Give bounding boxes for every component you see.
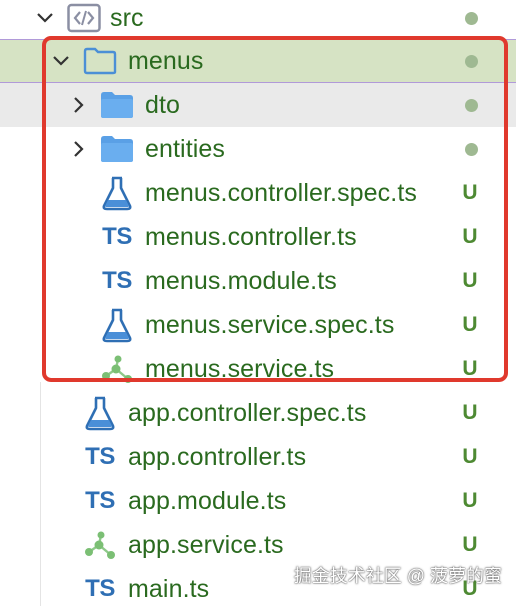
tree-item-dto[interactable]: dto bbox=[0, 83, 516, 127]
tree-item-app-controller[interactable]: TS app.controller.ts U bbox=[0, 435, 516, 479]
tree-item-menus-controller[interactable]: TS menus.controller.ts U bbox=[0, 215, 516, 259]
tree-item-label: app.controller.spec.ts bbox=[128, 398, 367, 427]
flask-icon bbox=[99, 308, 135, 343]
tree-item-label: app.service.ts bbox=[128, 530, 284, 559]
tree-item-menus-service-spec[interactable]: menus.service.spec.ts U bbox=[0, 303, 516, 347]
tree-item-label: menus.controller.spec.ts bbox=[145, 178, 417, 207]
untracked-status: U bbox=[462, 445, 478, 468]
flask-icon bbox=[82, 396, 118, 431]
untracked-status: U bbox=[462, 269, 478, 292]
tree-item-label: dto bbox=[145, 90, 181, 119]
tree-item-app-service[interactable]: app.service.ts U bbox=[0, 523, 516, 567]
tree-item-menus-service[interactable]: menus.service.ts U bbox=[0, 347, 516, 391]
untracked-status: U bbox=[462, 357, 478, 380]
tree-item-menus[interactable]: menus bbox=[0, 39, 516, 83]
tree-item-label: menus.module.ts bbox=[145, 266, 337, 295]
watermark: 掘金技术社区 @ 菠萝的蜜 bbox=[293, 566, 502, 586]
chevron-down-icon[interactable] bbox=[34, 7, 56, 29]
tree-item-menus-module[interactable]: TS menus.module.ts U bbox=[0, 259, 516, 303]
chevron-right-icon[interactable] bbox=[68, 138, 90, 160]
typescript-icon: TS bbox=[85, 443, 115, 470]
tree-item-app-module[interactable]: TS app.module.ts U bbox=[0, 479, 516, 523]
modified-dot bbox=[465, 54, 478, 68]
untracked-status: U bbox=[462, 533, 478, 556]
folder-icon bbox=[99, 88, 135, 122]
tree-item-label: src bbox=[110, 3, 144, 32]
tree-item-label: menus.service.ts bbox=[145, 354, 335, 383]
flask-icon bbox=[99, 176, 135, 211]
typescript-icon: TS bbox=[85, 575, 115, 602]
tree-item-label: main.ts bbox=[128, 574, 210, 603]
tree-item-app-controller-spec[interactable]: app.controller.spec.ts U bbox=[0, 391, 516, 435]
nest-service-icon bbox=[82, 528, 118, 562]
tree-item-src[interactable]: src bbox=[0, 0, 516, 40]
tree-item-label: menus.controller.ts bbox=[145, 222, 357, 251]
modified-dot bbox=[465, 142, 478, 156]
typescript-icon: TS bbox=[85, 487, 115, 514]
folder-icon bbox=[99, 132, 135, 166]
untracked-status: U bbox=[462, 313, 478, 336]
tree-item-entities[interactable]: entities bbox=[0, 127, 516, 171]
typescript-icon: TS bbox=[102, 267, 132, 294]
tree-item-label: app.module.ts bbox=[128, 486, 287, 515]
untracked-status: U bbox=[462, 181, 478, 204]
tree-item-label: entities bbox=[145, 134, 226, 163]
chevron-down-icon[interactable] bbox=[50, 50, 72, 72]
tree-item-label: app.controller.ts bbox=[128, 442, 307, 471]
tree-item-label: menus bbox=[128, 46, 204, 75]
nest-service-icon bbox=[99, 352, 135, 386]
typescript-icon: TS bbox=[102, 223, 132, 250]
modified-dot bbox=[465, 98, 478, 112]
untracked-status: U bbox=[462, 225, 478, 248]
modified-dot bbox=[465, 11, 478, 25]
chevron-right-icon[interactable] bbox=[68, 94, 90, 116]
tree-item-menus-controller-spec[interactable]: menus.controller.spec.ts U bbox=[0, 171, 516, 215]
folder-outline-icon bbox=[82, 44, 118, 78]
untracked-status: U bbox=[462, 401, 478, 424]
untracked-status: U bbox=[462, 489, 478, 512]
file-explorer-tree: src menus dto entities menus.controller.… bbox=[0, 0, 516, 606]
tree-item-label: menus.service.spec.ts bbox=[145, 310, 395, 339]
src-folder-icon bbox=[66, 1, 102, 35]
